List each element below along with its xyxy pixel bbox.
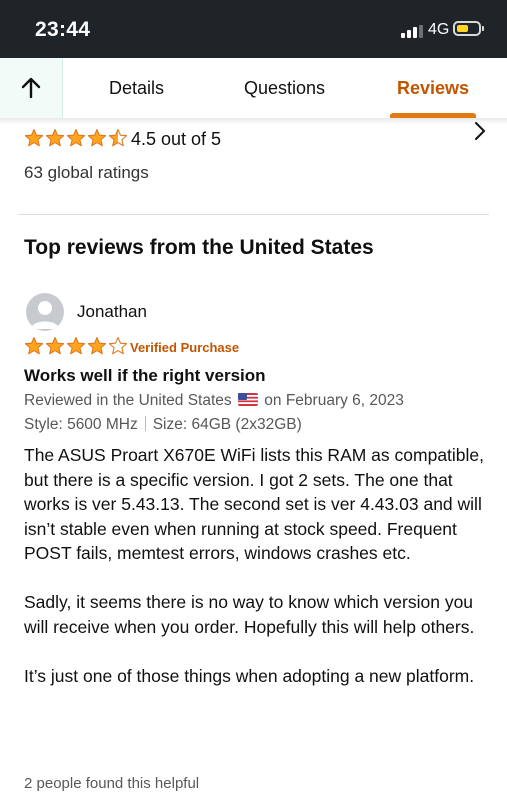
rating-summary-text[interactable]: 4.5 out of 5 [131,129,221,150]
star-filled-icon [66,336,86,355]
variant-style: Style: 5600 MHz [24,416,138,433]
star-filled-icon [24,336,44,355]
review-paragraph: The ASUS Proart X670E WiFi lists this RA… [24,445,485,563]
us-flag-icon [237,393,258,406]
divider [18,214,489,215]
status-time: 23:44 [35,18,91,41]
rating-summary-stars[interactable] [24,128,128,152]
helpful-count: 2 people found this helpful [24,775,200,792]
tab-reviews[interactable]: Reviews [397,78,469,99]
arrow-up-icon [21,77,41,99]
star-filled-icon [87,336,107,355]
network-type: 4G [428,21,450,38]
star-filled-icon [45,128,65,147]
star-empty-icon [108,336,128,355]
section-title: Top reviews from the United States [24,236,374,259]
signal-strength-icon [401,25,423,38]
tab-details[interactable]: Details [109,78,164,99]
tab-bar-shadow [0,118,507,124]
reviewer-name[interactable]: Jonathan [77,302,147,322]
review-star-rating [24,336,128,356]
tab-bar: Details Questions Reviews [0,58,507,118]
variant-size: Size: 64GB (2x32GB) [152,416,302,433]
star-filled-icon [24,128,44,147]
star-half-icon [108,128,128,147]
review-paragraph: Sadly, it seems there is no way to know … [24,592,475,637]
review-title: Works well if the right version [24,366,266,385]
review-location: Reviewed in the United States [24,392,232,409]
user-avatar-icon [31,301,59,329]
review-date: on February 6, 2023 [264,392,404,409]
verified-purchase-badge: Verified Purchase [130,340,240,355]
star-filled-icon [45,336,65,355]
avatar[interactable] [26,293,64,331]
scroll-to-top-button[interactable] [0,58,63,118]
star-filled-icon [66,128,86,147]
battery-icon [453,21,484,36]
review-paragraph: It’s just one of those things when adopt… [24,665,475,686]
chevron-right-icon[interactable] [472,121,488,141]
global-ratings-count: 63 global ratings [24,163,149,182]
tab-questions[interactable]: Questions [244,78,325,99]
status-bar: 23:44 4G [0,0,507,58]
review-meta: Reviewed in the United States on Februar… [24,392,404,410]
review-body: The ASUS Proart X670E WiFi lists this RA… [24,443,494,713]
review-variant[interactable]: Style: 5600 MHz Size: 64GB (2x32GB) [24,416,302,434]
star-filled-icon [87,128,107,147]
